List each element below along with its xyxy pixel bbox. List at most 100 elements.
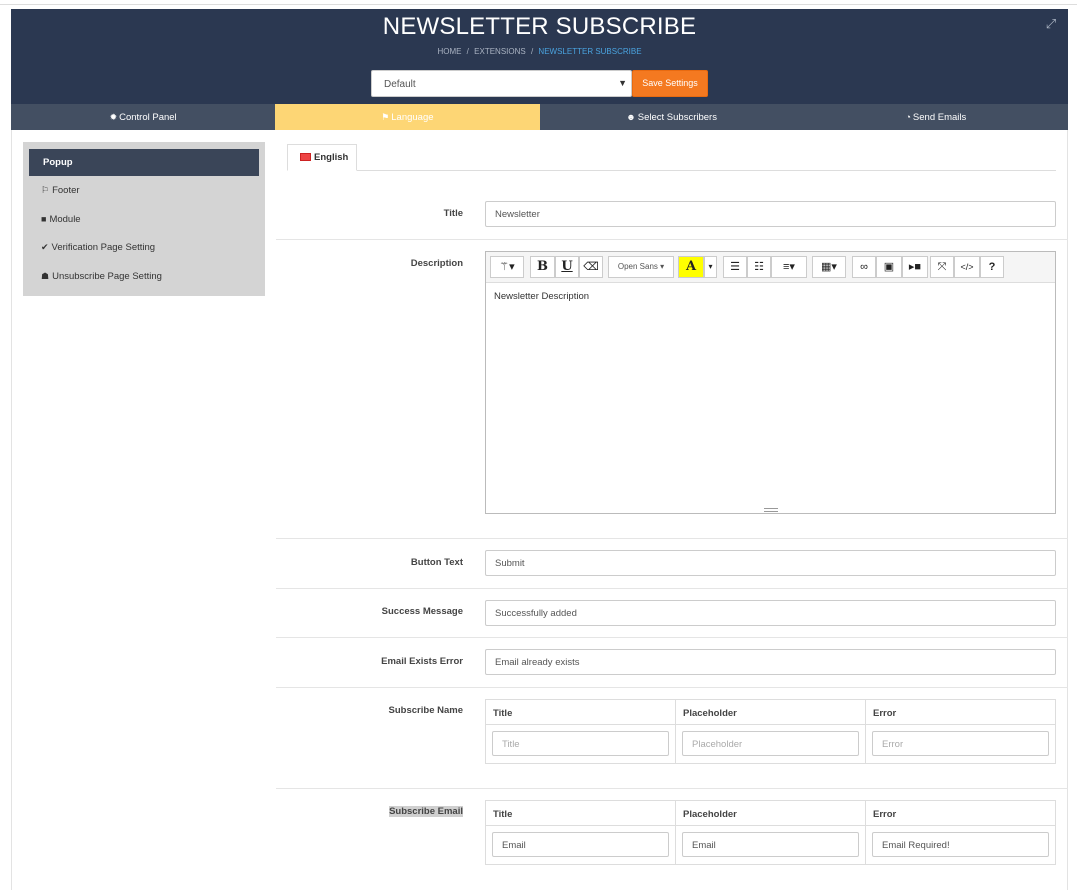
main-tabs: ✹ Control Panel ⚑ Language ☻ Select Subscri…: [11, 104, 1068, 130]
table-header: Title Placeholder Error: [486, 801, 1055, 826]
page-header: NEWSLETTER SUBSCRIBE ⤢ HOME / EXTENSIONS…: [11, 9, 1068, 104]
name-title-input[interactable]: Title: [492, 731, 669, 756]
button-text-label: Button Text: [410, 557, 463, 568]
store-select[interactable]: Default ▼: [371, 70, 632, 97]
subscribe-email-label-text: Subscribe Email: [389, 806, 463, 817]
breadcrumb-extensions[interactable]: EXTENSIONS: [474, 47, 526, 56]
table-row: Email Email Email Required!: [486, 826, 1055, 864]
numbered-list-icon[interactable]: ☷: [747, 256, 771, 278]
divider: [276, 687, 1068, 688]
email-placeholder-input[interactable]: Email: [682, 832, 859, 857]
bullet-list-icon[interactable]: ☰: [723, 256, 747, 278]
table-cell: Title: [486, 725, 676, 763]
top-edge: [0, 0, 1077, 5]
breadcrumb-home[interactable]: HOME: [437, 47, 461, 56]
gear-icon: ✹: [109, 112, 118, 122]
save-settings-button[interactable]: Save Settings: [632, 70, 708, 97]
divider: [276, 588, 1068, 589]
description-label: Description: [410, 258, 463, 269]
image-icon[interactable]: ▣: [876, 256, 902, 278]
tab-label: Language: [391, 112, 434, 123]
sidebar-item-unsubscribe[interactable]: ☗ Unsubscribe Page Setting: [29, 262, 259, 291]
divider: [276, 239, 1068, 240]
editor-toolbar: ⚚▾ B U ⌫ Open Sans ▾ A ▾ ☰ ☷ ≡▾ ▦▾ ∞ ▣ ▸…: [486, 252, 1055, 283]
tab-send-emails[interactable]: ◔ Send Emails: [804, 104, 1068, 130]
tab-language[interactable]: ⚑ Language: [275, 104, 540, 130]
name-error-input[interactable]: Error: [872, 731, 1049, 756]
divider: [276, 788, 1068, 789]
video-icon[interactable]: ▸■: [902, 256, 928, 278]
column-header: Error: [873, 708, 897, 719]
store-select-value: Default: [384, 79, 416, 90]
check-icon: ✔: [41, 242, 49, 252]
language-tabs-line: [287, 170, 1056, 171]
tab-label: Select Subscribers: [637, 112, 717, 123]
tab-label: Control Panel: [119, 112, 177, 123]
sidebar-item-label: Popup: [43, 157, 73, 168]
fullscreen-icon[interactable]: ⤧: [930, 256, 954, 278]
folder-icon: ■: [41, 213, 47, 224]
table-cell: Email: [676, 826, 866, 864]
divider: [276, 538, 1068, 539]
column-header: Placeholder: [676, 700, 866, 724]
table-cell: Email Required!: [866, 826, 1055, 864]
sidebar-item-popup[interactable]: Popup: [29, 149, 259, 176]
color-caret-icon[interactable]: ▾: [704, 256, 717, 278]
tab-select-subscribers[interactable]: ☻ Select Subscribers: [540, 104, 804, 130]
table-cell: Email: [486, 826, 676, 864]
help-icon[interactable]: ?: [980, 256, 1004, 278]
column-header: Placeholder: [676, 801, 866, 825]
email-exists-input[interactable]: Email already exists: [485, 649, 1056, 675]
editor-content[interactable]: Newsletter Description: [486, 283, 1055, 310]
sidebar: Popup ⚐ Footer ■ Module ✔ Verification Page…: [23, 142, 265, 296]
resize-handle-icon[interactable]: [764, 508, 778, 512]
table-cell: Error: [866, 725, 1055, 763]
sidebar-item-label: Verification Page Setting: [51, 242, 156, 253]
table-icon[interactable]: ▦▾: [812, 256, 846, 278]
underline-button[interactable]: U: [555, 256, 579, 278]
button-text-input[interactable]: Submit: [485, 550, 1056, 576]
subscribe-name-label: Subscribe Name: [388, 705, 463, 716]
email-exists-label: Email Exists Error: [381, 656, 463, 667]
font-family-label: Open Sans: [617, 262, 658, 271]
users-icon: ☻: [626, 112, 636, 122]
title-input[interactable]: Newsletter: [485, 201, 1056, 227]
sidebar-item-label: Module: [49, 213, 81, 225]
divider: [276, 637, 1068, 638]
name-placeholder-input[interactable]: Placeholder: [682, 731, 859, 756]
highlight-color-button[interactable]: A: [678, 256, 704, 278]
sidebar-item-verification[interactable]: ✔ Verification Page Setting: [29, 233, 259, 262]
subscribe-email-table: Title Placeholder Error Email Email Emai…: [485, 800, 1056, 865]
success-message-label: Success Message: [381, 606, 463, 617]
align-icon[interactable]: ≡▾: [771, 256, 807, 278]
column-header: Title: [486, 801, 676, 825]
email-error-input[interactable]: Email Required!: [872, 832, 1049, 857]
dashboard-icon: ◔: [905, 112, 911, 122]
column-header: Title: [486, 700, 676, 724]
caret-down-icon: ▼: [618, 78, 627, 88]
language-tab-label: English: [314, 152, 349, 163]
flag-icon: ⚐: [41, 185, 50, 195]
magic-wand-icon[interactable]: ⚚▾: [490, 256, 524, 278]
font-family-select[interactable]: Open Sans ▾: [608, 256, 674, 278]
column-header: Error: [873, 809, 897, 820]
table-row: Title Placeholder Error: [486, 725, 1055, 763]
eraser-icon[interactable]: ⌫: [579, 256, 603, 278]
description-editor: ⚚▾ B U ⌫ Open Sans ▾ A ▾ ☰ ☷ ≡▾ ▦▾ ∞ ▣ ▸…: [485, 251, 1056, 514]
bold-button[interactable]: B: [530, 256, 555, 278]
breadcrumb-current[interactable]: NEWSLETTER SUBSCRIBE: [538, 47, 641, 56]
fullscreen-icon[interactable]: ⤢: [1044, 17, 1058, 31]
sidebar-item-label: Footer: [52, 185, 80, 196]
code-view-icon[interactable]: </>: [954, 256, 980, 278]
link-icon[interactable]: ∞: [852, 256, 876, 278]
success-message-input[interactable]: Successfully added: [485, 600, 1056, 626]
sidebar-item-module[interactable]: ■ Module: [29, 205, 259, 234]
sidebar-item-footer[interactable]: ⚐ Footer: [29, 176, 259, 205]
table-cell: Placeholder: [676, 725, 866, 763]
tab-control-panel[interactable]: ✹ Control Panel: [11, 104, 275, 130]
tab-language-english[interactable]: English: [287, 144, 357, 171]
breadcrumb: HOME / EXTENSIONS / NEWSLETTER SUBSCRIBE: [437, 47, 642, 56]
subscribe-email-label: Subscribe Email: [276, 806, 463, 817]
email-title-input[interactable]: Email: [492, 832, 669, 857]
subscribe-name-table: Title Placeholder Error Title Placeholde…: [485, 699, 1056, 764]
